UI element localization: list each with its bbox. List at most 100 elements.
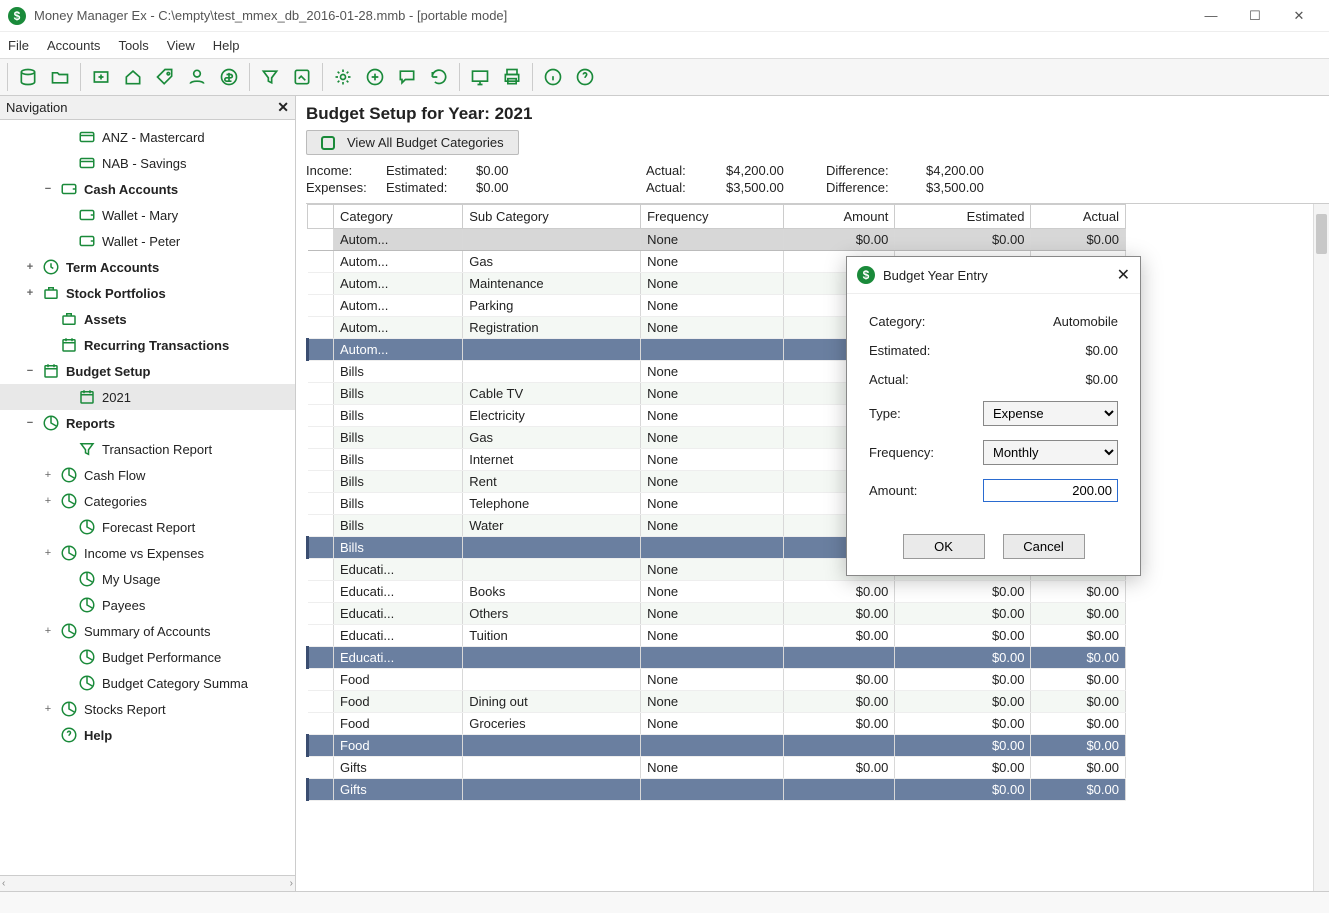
- toolbar-folder-icon[interactable]: [45, 62, 75, 92]
- dialog-close-icon[interactable]: ✕: [1117, 265, 1130, 285]
- table-row[interactable]: Educati...BooksNone$0.00$0.00$0.00: [308, 581, 1126, 603]
- window-close-button[interactable]: ✕: [1277, 2, 1321, 30]
- tree-twisty-icon[interactable]: +: [42, 495, 54, 507]
- nav-item[interactable]: Assets: [0, 306, 295, 332]
- toolbar-help-icon[interactable]: [570, 62, 600, 92]
- table-cell: Gifts: [334, 757, 463, 779]
- toolbar-info-icon[interactable]: [538, 62, 568, 92]
- menu-accounts[interactable]: Accounts: [47, 38, 100, 53]
- tree-twisty-icon[interactable]: +: [42, 469, 54, 481]
- column-header[interactable]: Category: [334, 205, 463, 229]
- tree-twisty-icon[interactable]: −: [24, 417, 36, 429]
- vertical-scrollbar[interactable]: [1313, 204, 1329, 891]
- nav-item[interactable]: +Income vs Expenses: [0, 540, 295, 566]
- nav-item[interactable]: −Reports: [0, 410, 295, 436]
- nav-item[interactable]: +Stock Portfolios: [0, 280, 295, 306]
- tree-twisty-icon[interactable]: +: [24, 261, 36, 273]
- nav-item[interactable]: Wallet - Peter: [0, 228, 295, 254]
- column-header[interactable]: Amount: [784, 205, 895, 229]
- toolbar-database-icon[interactable]: [13, 62, 43, 92]
- tree-twisty-icon[interactable]: +: [42, 625, 54, 637]
- table-row[interactable]: Food$0.00$0.00: [308, 735, 1126, 757]
- checkbox-icon[interactable]: [321, 136, 335, 150]
- nav-item[interactable]: −Cash Accounts: [0, 176, 295, 202]
- nav-item[interactable]: NAB - Savings: [0, 150, 295, 176]
- menu-file[interactable]: File: [8, 38, 29, 53]
- toolbar-new-account-icon[interactable]: [86, 62, 116, 92]
- toolbar-tag-icon[interactable]: [150, 62, 180, 92]
- table-row[interactable]: FoodNone$0.00$0.00$0.00: [308, 669, 1126, 691]
- table-cell: None: [641, 405, 784, 427]
- nav-item[interactable]: Budget Performance: [0, 644, 295, 670]
- nav-item[interactable]: Payees: [0, 592, 295, 618]
- budget-grid[interactable]: CategorySub CategoryFrequencyAmountEstim…: [306, 203, 1329, 891]
- toolbar-refresh-icon[interactable]: [424, 62, 454, 92]
- nav-item[interactable]: ANZ - Mastercard: [0, 124, 295, 150]
- column-header[interactable]: Estimated: [895, 205, 1031, 229]
- navigation-tree[interactable]: ANZ - MastercardNAB - Savings−Cash Accou…: [0, 120, 295, 875]
- table-cell: [463, 229, 641, 251]
- tree-twisty-icon[interactable]: +: [42, 703, 54, 715]
- tree-twisty-icon[interactable]: −: [24, 365, 36, 377]
- column-header[interactable]: [308, 205, 334, 229]
- toolbar-user-icon[interactable]: [182, 62, 212, 92]
- nav-item[interactable]: +Cash Flow: [0, 462, 295, 488]
- view-all-categories-button[interactable]: View All Budget Categories: [306, 130, 519, 155]
- navigation-close-icon[interactable]: ✕: [277, 99, 289, 116]
- nav-item[interactable]: Wallet - Mary: [0, 202, 295, 228]
- toolbar-edit-report-icon[interactable]: [287, 62, 317, 92]
- dialog-cancel-button[interactable]: Cancel: [1003, 534, 1085, 559]
- nav-item[interactable]: +Summary of Accounts: [0, 618, 295, 644]
- column-header[interactable]: Actual: [1031, 205, 1126, 229]
- nav-item[interactable]: Help: [0, 722, 295, 748]
- navigation-scrollbar[interactable]: ‹›: [0, 875, 295, 891]
- nav-item[interactable]: +Stocks Report: [0, 696, 295, 722]
- dialog-ok-button[interactable]: OK: [903, 534, 985, 559]
- table-cell: Autom...: [334, 251, 463, 273]
- table-cell: $0.00: [784, 713, 895, 735]
- table-cell: Bills: [334, 515, 463, 537]
- menu-view[interactable]: View: [167, 38, 195, 53]
- dialog-type-select[interactable]: Expense: [983, 401, 1118, 426]
- maximize-button[interactable]: ☐: [1233, 2, 1277, 30]
- dialog-amount-input[interactable]: [983, 479, 1118, 502]
- nav-item[interactable]: +Term Accounts: [0, 254, 295, 280]
- toolbar-monitor-icon[interactable]: [465, 62, 495, 92]
- dialog-frequency-select[interactable]: Monthly: [983, 440, 1118, 465]
- nav-item-label: Categories: [84, 494, 147, 509]
- table-row[interactable]: Educati...$0.00$0.00: [308, 647, 1126, 669]
- nav-item[interactable]: 2021: [0, 384, 295, 410]
- table-cell: None: [641, 317, 784, 339]
- nav-item[interactable]: Recurring Transactions: [0, 332, 295, 358]
- clock-icon: [42, 258, 60, 276]
- toolbar-comment-icon[interactable]: [392, 62, 422, 92]
- table-row[interactable]: Educati...OthersNone$0.00$0.00$0.00: [308, 603, 1126, 625]
- menu-tools[interactable]: Tools: [118, 38, 148, 53]
- nav-item[interactable]: My Usage: [0, 566, 295, 592]
- toolbar-gear-icon[interactable]: [328, 62, 358, 92]
- toolbar-print-icon[interactable]: [497, 62, 527, 92]
- nav-item[interactable]: + Categories: [0, 488, 295, 514]
- toolbar-currency-icon[interactable]: [214, 62, 244, 92]
- tree-twisty-icon[interactable]: −: [42, 183, 54, 195]
- table-row[interactable]: Autom...None$0.00$0.00$0.00: [308, 229, 1126, 251]
- toolbar-home-icon[interactable]: [118, 62, 148, 92]
- menu-help[interactable]: Help: [213, 38, 240, 53]
- table-row[interactable]: FoodDining outNone$0.00$0.00$0.00: [308, 691, 1126, 713]
- tree-twisty-icon[interactable]: +: [24, 287, 36, 299]
- minimize-button[interactable]: —: [1189, 2, 1233, 30]
- table-row[interactable]: GiftsNone$0.00$0.00$0.00: [308, 757, 1126, 779]
- toolbar-add-icon[interactable]: [360, 62, 390, 92]
- pie-icon: [60, 700, 78, 718]
- nav-item[interactable]: Transaction Report: [0, 436, 295, 462]
- table-row[interactable]: Gifts$0.00$0.00: [308, 779, 1126, 801]
- nav-item[interactable]: −Budget Setup: [0, 358, 295, 384]
- table-row[interactable]: FoodGroceriesNone$0.00$0.00$0.00: [308, 713, 1126, 735]
- table-row[interactable]: Educati...TuitionNone$0.00$0.00$0.00: [308, 625, 1126, 647]
- tree-twisty-icon[interactable]: +: [42, 547, 54, 559]
- toolbar-filter-icon[interactable]: [255, 62, 285, 92]
- nav-item[interactable]: Budget Category Summa: [0, 670, 295, 696]
- column-header[interactable]: Frequency: [641, 205, 784, 229]
- column-header[interactable]: Sub Category: [463, 205, 641, 229]
- nav-item[interactable]: Forecast Report: [0, 514, 295, 540]
